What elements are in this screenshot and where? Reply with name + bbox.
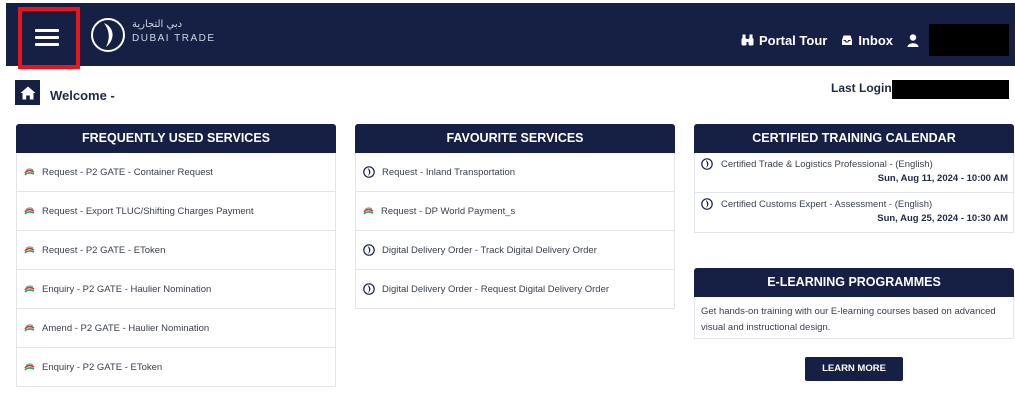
binoculars-icon bbox=[741, 34, 754, 46]
frequently-used-services-title: FREQUENTLY USED SERVICES bbox=[16, 124, 336, 153]
service-label: Request - DP World Payment_s bbox=[381, 205, 516, 217]
frequent-service-item[interactable]: Enquiry - P2 GATE - Haulier Nomination bbox=[16, 270, 336, 309]
dp-world-icon bbox=[24, 284, 35, 293]
favourite-service-item[interactable]: Digital Delivery Order - Request Digital… bbox=[355, 270, 675, 309]
inbox-icon bbox=[842, 35, 853, 45]
e-learning-title: E-LEARNING PROGRAMMES bbox=[694, 268, 1014, 297]
frequent-service-item[interactable]: Request - Export TLUC/Shifting Charges P… bbox=[16, 192, 336, 231]
e-learning-panel: E-LEARNING PROGRAMMES Get hands-on train… bbox=[694, 268, 1014, 339]
last-login-label: Last Login bbox=[831, 81, 892, 95]
training-event-item[interactable]: Certified Trade & Logistics Professional… bbox=[694, 153, 1014, 193]
service-label: Enquiry - P2 GATE - EToken bbox=[42, 361, 163, 373]
dp-world-icon bbox=[24, 362, 35, 371]
favourite-service-item[interactable]: Request - Inland Transportation bbox=[355, 153, 675, 192]
dubai-trade-icon bbox=[363, 166, 375, 178]
dp-world-icon bbox=[24, 206, 35, 215]
favourite-service-item[interactable]: Digital Delivery Order - Track Digital D… bbox=[355, 231, 675, 270]
favourite-service-item[interactable]: Request - DP World Payment_s bbox=[355, 192, 675, 231]
service-label: Enquiry - P2 GATE - Haulier Nomination bbox=[42, 283, 212, 295]
portal-tour-link[interactable]: Portal Tour bbox=[741, 33, 827, 48]
training-event-date: Sun, Aug 25, 2024 - 10:30 AM bbox=[877, 213, 1008, 224]
favourite-service-list: Request - Inland Transportation Request -… bbox=[355, 153, 675, 309]
logo-arabic-text: دبي التجارية bbox=[132, 19, 183, 30]
frequent-service-item[interactable]: Request - P2 GATE - Container Request bbox=[16, 153, 336, 192]
last-login-value-redacted bbox=[892, 80, 1009, 99]
favourite-services-panel: FAVOURITE SERVICES Request - Inland Tran… bbox=[355, 124, 675, 309]
training-calendar-panel: CERTIFIED TRAINING CALENDAR Certified Tr… bbox=[694, 124, 1014, 233]
service-label: Digital Delivery Order - Request Digital… bbox=[382, 283, 610, 295]
dubai-trade-icon bbox=[363, 244, 375, 256]
training-event-title-row: Certified Trade & Logistics Professional… bbox=[701, 158, 1007, 170]
training-event-list: Certified Trade & Logistics Professional… bbox=[694, 153, 1014, 233]
hamburger-menu-button[interactable] bbox=[18, 7, 80, 69]
top-header: دبي التجارية DUBAI TRADE Portal Tour Inb… bbox=[6, 3, 1015, 66]
logo-mark-icon bbox=[91, 18, 125, 52]
service-label: Request - Inland Transportation bbox=[382, 166, 516, 178]
dubai-trade-icon bbox=[363, 283, 375, 295]
header-links: Portal Tour Inbox bbox=[741, 24, 1009, 56]
hamburger-icon bbox=[35, 29, 59, 50]
service-label: Request - P2 GATE - EToken bbox=[42, 244, 166, 256]
frequent-service-item[interactable]: Request - P2 GATE - EToken bbox=[16, 231, 336, 270]
service-label: Digital Delivery Order - Track Digital D… bbox=[382, 244, 597, 256]
dp-world-icon bbox=[24, 245, 35, 254]
inbox-link[interactable]: Inbox bbox=[841, 33, 893, 48]
frequent-service-list: Request - P2 GATE - Container Request Req… bbox=[16, 153, 336, 387]
logo-text: DUBAI TRADE bbox=[132, 33, 216, 44]
dp-world-icon bbox=[363, 206, 374, 215]
favourite-services-title: FAVOURITE SERVICES bbox=[355, 124, 675, 153]
learn-more-button[interactable]: LEARN MORE bbox=[805, 357, 903, 381]
dubai-trade-icon bbox=[701, 158, 713, 170]
frequent-service-item[interactable]: Amend - P2 GATE - Haulier Nomination bbox=[16, 309, 336, 348]
dubai-trade-logo[interactable]: دبي التجارية DUBAI TRADE bbox=[90, 15, 220, 55]
home-icon bbox=[20, 86, 35, 99]
training-calendar-title: CERTIFIED TRAINING CALENDAR bbox=[694, 124, 1014, 153]
service-label: Request - P2 GATE - Container Request bbox=[42, 166, 213, 178]
training-event-title-row: Certified Customs Expert - Assessment - … bbox=[701, 198, 1007, 210]
dp-world-icon bbox=[24, 167, 35, 176]
dubai-trade-icon bbox=[701, 198, 713, 210]
dp-world-icon bbox=[24, 323, 35, 332]
frequent-service-item[interactable]: Enquiry - P2 GATE - EToken bbox=[16, 348, 336, 387]
training-event-title: Certified Trade & Logistics Professional… bbox=[721, 158, 933, 170]
training-event-date: Sun, Aug 11, 2024 - 10:00 AM bbox=[877, 173, 1008, 184]
welcome-text: Welcome - bbox=[50, 88, 115, 103]
service-label: Amend - P2 GATE - Haulier Nomination bbox=[42, 322, 210, 334]
frequently-used-services-panel: FREQUENTLY USED SERVICES Request - P2 GA… bbox=[16, 124, 336, 387]
training-event-title: Certified Customs Expert - Assessment - … bbox=[721, 198, 933, 210]
user-name-redacted[interactable] bbox=[929, 24, 1009, 56]
service-label: Request - Export TLUC/Shifting Charges P… bbox=[42, 205, 254, 217]
user-icon[interactable] bbox=[907, 33, 919, 47]
e-learning-description: Get hands-on training with our E-learnin… bbox=[694, 297, 1014, 339]
portal-tour-label: Portal Tour bbox=[758, 32, 828, 48]
training-event-item[interactable]: Certified Customs Expert - Assessment - … bbox=[694, 193, 1014, 233]
inbox-label: Inbox bbox=[858, 32, 893, 48]
home-button[interactable] bbox=[15, 80, 40, 105]
